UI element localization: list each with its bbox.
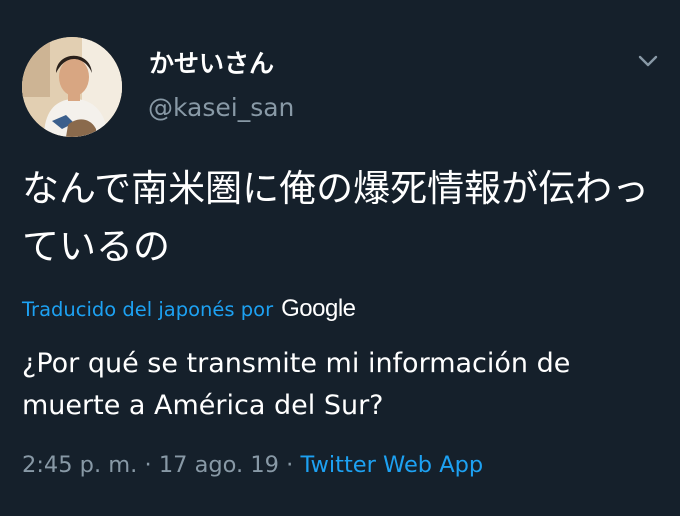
translated-text: ¿Por qué se transmite mi información de …: [22, 348, 571, 421]
avatar-photo: [22, 37, 122, 137]
tweet-text: なんで南米圏に俺の爆死情報が伝わっているの: [22, 167, 650, 268]
separator: ·: [278, 452, 301, 478]
chevron-down-icon[interactable]: [635, 51, 661, 71]
separator: ·: [137, 452, 159, 478]
translation-label: Traducido del japonés por: [22, 297, 274, 321]
google-logo: Google: [281, 295, 356, 322]
tweet-card: かせいさん @kasei_san なんで南米圏に俺の爆死情報が伝わっているの T…: [0, 0, 680, 516]
avatar[interactable]: [22, 37, 122, 137]
username[interactable]: @kasei_san: [148, 93, 294, 122]
tweet-date[interactable]: 17 ago. 19: [159, 452, 279, 478]
tweet-meta: 2:45 p. m. · 17 ago. 19 · Twitter Web Ap…: [22, 452, 483, 478]
display-name[interactable]: かせいさん: [149, 44, 274, 80]
source-link[interactable]: Twitter Web App: [300, 452, 483, 478]
translation-attribution: Traducido del japonés por Google: [22, 295, 356, 323]
tweet-time[interactable]: 2:45 p. m.: [22, 452, 137, 478]
